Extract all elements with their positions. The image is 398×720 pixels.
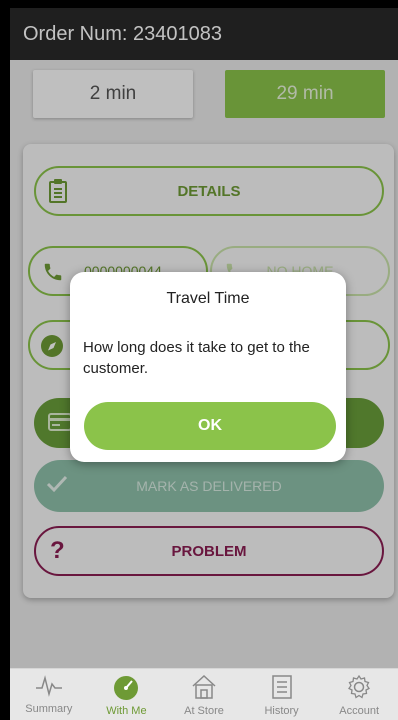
ok-label: OK: [198, 417, 222, 434]
ok-button[interactable]: OK: [84, 402, 336, 450]
tab-with-me-label: With Me: [106, 705, 147, 717]
tab-history-label: History: [264, 705, 299, 717]
tab-at-store-label: At Store: [184, 705, 224, 717]
store-icon: [190, 674, 218, 703]
dialog-message: How long does it take to get to the cust…: [83, 339, 310, 377]
dialog-title: Travel Time: [166, 290, 250, 307]
tab-account[interactable]: Account: [320, 669, 398, 720]
speedometer-icon: [111, 674, 141, 703]
travel-time-dialog: Travel Time How long does it take to get…: [70, 272, 346, 462]
tab-account-label: Account: [339, 705, 380, 717]
pulse-icon: [35, 674, 63, 701]
tab-summary-label: Summary: [25, 703, 73, 715]
list-icon: [270, 674, 294, 703]
bottom-tab-bar: Summary With Me At Store History Account: [10, 668, 398, 720]
gear-icon: [346, 674, 372, 703]
tab-history[interactable]: History: [243, 669, 321, 720]
tab-with-me[interactable]: With Me: [88, 669, 166, 720]
tab-at-store[interactable]: At Store: [165, 669, 243, 720]
tab-summary[interactable]: Summary: [10, 669, 88, 720]
app-screen: Order Num: 23401083 2 min 29 min DETAILS…: [10, 8, 398, 720]
